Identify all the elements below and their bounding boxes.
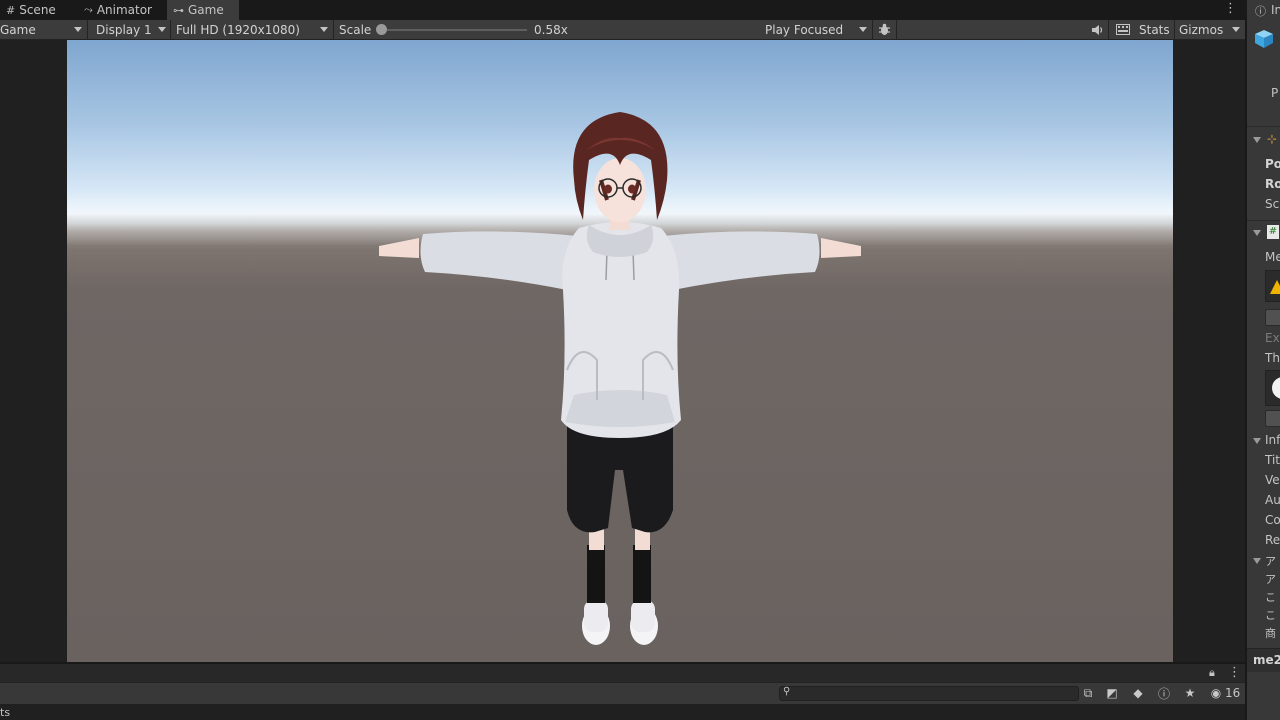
gamepad-icon: ⊶: [173, 3, 184, 17]
info-icon: ⓘ: [1255, 5, 1266, 18]
toolbar-divider: [87, 20, 88, 40]
jp-row-label: 商: [1265, 627, 1276, 640]
bug-icon[interactable]: [876, 20, 892, 39]
position-label: Po: [1265, 157, 1280, 171]
transform-icon: ⊹: [1267, 132, 1278, 146]
kebab-menu-icon[interactable]: ⋮: [1224, 2, 1237, 16]
scale-slider-thumb[interactable]: [376, 24, 387, 35]
speaker-icon[interactable]: [1089, 20, 1105, 39]
author-label: Au: [1265, 493, 1280, 507]
bottom-tab-bar: 🔒︎ ⋮: [0, 664, 1245, 682]
prefab-cube-icon: [1253, 28, 1275, 53]
chevron-down-icon: [859, 27, 867, 32]
asset-name-label: me2: [1253, 653, 1280, 667]
toolbar-divider: [1174, 20, 1175, 40]
star-icon[interactable]: ★: [1182, 685, 1198, 701]
tab-animator[interactable]: ⤳ Animator: [78, 0, 158, 20]
search-input[interactable]: [779, 686, 1079, 701]
tab-scene[interactable]: # Scene: [0, 0, 62, 20]
gizmos-dropdown[interactable]: [1226, 20, 1244, 39]
chevron-down-icon: [320, 27, 328, 32]
warning-box: [1265, 270, 1280, 302]
jp-row-label: こ: [1265, 609, 1276, 622]
avatar-character: [379, 112, 861, 645]
inspector-panel: ⓘ In P ⊹ Po Ro Sc # Me Exp Th Inf Tit Ve…: [1247, 0, 1280, 720]
object-field[interactable]: [1265, 309, 1280, 326]
toolbar-divider: [170, 20, 171, 40]
game-view-render[interactable]: [67, 40, 1173, 662]
status-text: ts: [0, 706, 11, 719]
contact-label: Co: [1265, 513, 1280, 527]
resolution-label: Full HD (1920x1080): [176, 22, 300, 37]
info-icon[interactable]: ⓘ: [1156, 685, 1172, 701]
view-mode-label: Game: [0, 22, 36, 37]
jp-row-label: こ: [1265, 591, 1276, 604]
chevron-down-icon[interactable]: [1253, 438, 1261, 444]
search-icon: ⚲: [783, 686, 791, 697]
tab-animator-label: Animator: [96, 3, 152, 17]
display-label: Display 1: [96, 22, 152, 37]
chevron-down-icon: [1232, 27, 1240, 32]
game-editor-pane: # Scene ⤳ Animator ⊶ Game ⋮ Game Display…: [0, 0, 1245, 720]
tab-bar: # Scene ⤳ Animator ⊶ Game ⋮: [0, 0, 1245, 20]
section-divider: [1247, 126, 1280, 127]
jp-row-label: ア: [1265, 573, 1276, 586]
chevron-down-icon[interactable]: [1253, 137, 1261, 143]
play-mode-label: Play Focused: [765, 22, 844, 37]
section-divider: [1247, 220, 1280, 221]
version-label: Ve: [1265, 473, 1280, 487]
chevron-down-icon: [74, 27, 82, 32]
expressions-label: Exp: [1265, 331, 1280, 345]
scale-label: Scale: [339, 22, 372, 37]
reference-label: Re: [1265, 533, 1280, 547]
resolution-dropdown[interactable]: Full HD (1920x1080): [176, 20, 332, 39]
stats-button[interactable]: Stats: [1139, 20, 1170, 39]
rotation-label: Ro: [1265, 177, 1280, 191]
filter-by-label-icon[interactable]: ◩: [1104, 685, 1120, 701]
kebab-menu-icon[interactable]: ⋮: [1228, 665, 1241, 680]
animator-icon: ⤳: [84, 3, 93, 16]
tab-scene-label: Scene: [19, 3, 56, 17]
toolbar-divider: [896, 20, 897, 40]
prefab-label: P: [1271, 86, 1279, 100]
scale-slider-track[interactable]: [380, 29, 527, 31]
avatar-section-header[interactable]: ア: [1265, 553, 1276, 569]
scale-label-inspector: Sc: [1265, 197, 1280, 211]
tag-icon[interactable]: ◆: [1130, 685, 1146, 701]
chevron-down-icon: [158, 27, 166, 32]
chevron-down-icon[interactable]: [1253, 230, 1261, 236]
title-label: Tit: [1265, 453, 1280, 467]
component-row-label: Me: [1265, 250, 1280, 264]
game-toolbar: Game Display 1 Full HD (1920x1080) Scale…: [0, 20, 1245, 40]
script-icon: #: [1267, 225, 1279, 239]
tab-game[interactable]: ⊶ Game: [167, 0, 239, 20]
view-mode-dropdown[interactable]: Game: [0, 20, 86, 39]
keyboard-icon[interactable]: [1115, 20, 1131, 39]
play-mode-dropdown[interactable]: Play Focused: [765, 20, 871, 39]
eye-icon[interactable]: ◉: [1208, 685, 1224, 701]
thumbnail-preview: [1265, 370, 1280, 406]
toolbar-divider: [333, 20, 334, 40]
thumbnail-circle: [1272, 377, 1280, 399]
inspector-tab-label[interactable]: In: [1271, 3, 1280, 17]
gizmos-button[interactable]: Gizmos: [1179, 20, 1223, 39]
lock-icon[interactable]: 🔒︎: [1209, 666, 1215, 680]
scale-value: 0.58x: [534, 22, 568, 37]
object-field[interactable]: [1265, 410, 1280, 427]
chevron-down-icon[interactable]: [1253, 558, 1261, 564]
warning-icon: [1270, 280, 1280, 294]
toolbar-divider: [1108, 20, 1109, 40]
search-by-type-icon[interactable]: ⧉: [1080, 685, 1096, 701]
status-bar: [0, 704, 1245, 720]
display-dropdown[interactable]: Display 1: [96, 20, 170, 39]
info-section-header[interactable]: Inf: [1265, 433, 1280, 447]
hidden-packages-count: 16: [1225, 686, 1241, 700]
toolbar-divider: [872, 20, 873, 40]
thumbnail-label: Th: [1265, 351, 1280, 365]
tab-game-label: Game: [188, 3, 224, 17]
grid-icon: #: [6, 3, 16, 17]
